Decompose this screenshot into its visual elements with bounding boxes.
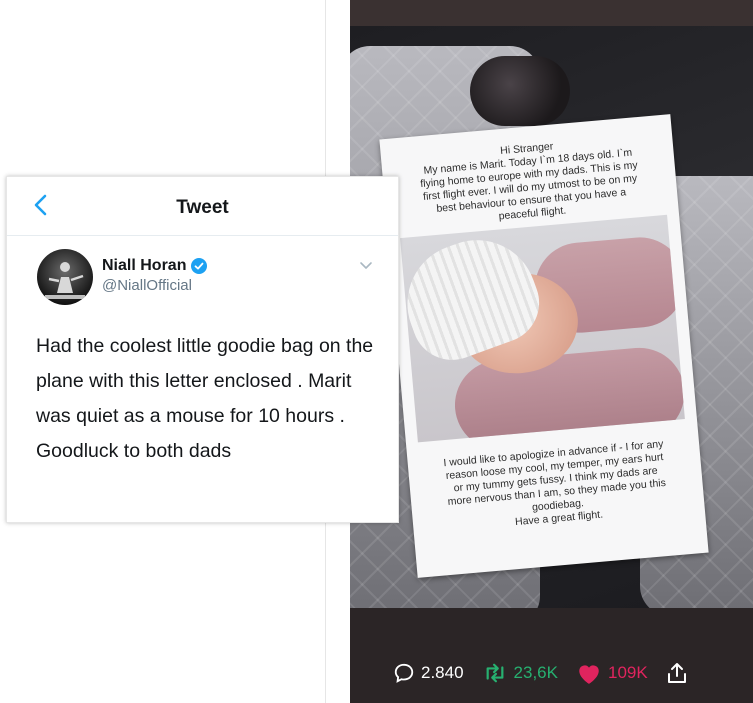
like-count-button[interactable]: 109K bbox=[576, 661, 648, 685]
letter-paper: Hi Stranger My name is Marit. Today I`m … bbox=[379, 114, 709, 578]
media-stats-row: 2.840 23,6K 109K bbox=[393, 660, 694, 686]
letter-photo[interactable]: Hi Stranger My name is Marit. Today I`m … bbox=[350, 26, 753, 608]
share-button[interactable] bbox=[666, 661, 694, 685]
seat-headrest bbox=[470, 56, 570, 126]
tweet-card: Tweet Niall Horan @NiallOfficial Had the… bbox=[6, 176, 399, 523]
retweet-count-button[interactable]: 23,6K bbox=[482, 662, 558, 684]
comment-count: 2.840 bbox=[421, 663, 464, 682]
avatar[interactable] bbox=[37, 249, 93, 305]
media-bottom-bar bbox=[350, 608, 753, 703]
page-title: Tweet bbox=[176, 197, 229, 218]
retweet-icon bbox=[486, 663, 503, 683]
author-name-row: Niall Horan bbox=[102, 257, 208, 275]
comment-count-button[interactable]: 2.840 bbox=[393, 662, 464, 684]
letter-bottom-text: I would like to apologize in advance if … bbox=[417, 436, 695, 537]
chevron-down-icon[interactable] bbox=[359, 261, 373, 271]
retweet-count: 23,6K bbox=[513, 663, 558, 682]
tweet-text: Had the coolest little goodie bag on the… bbox=[36, 335, 374, 462]
letter-top-text: Hi Stranger My name is Marit. Today I`m … bbox=[391, 131, 669, 232]
media-top-bar bbox=[350, 0, 753, 26]
avatar-silhouette-icon bbox=[45, 262, 85, 299]
heart-icon bbox=[579, 665, 599, 684]
author-name[interactable]: Niall Horan bbox=[102, 257, 186, 275]
baby-photo bbox=[400, 214, 685, 443]
media-panel: Hi Stranger My name is Marit. Today I`m … bbox=[350, 0, 753, 703]
like-count: 109K bbox=[607, 663, 648, 682]
author-handle[interactable]: @NiallOfficial bbox=[102, 277, 192, 294]
tweet-header: Tweet bbox=[7, 177, 398, 236]
share-icon bbox=[667, 663, 686, 683]
verified-badge-icon bbox=[191, 258, 208, 274]
comment-bubble-icon bbox=[394, 663, 414, 683]
